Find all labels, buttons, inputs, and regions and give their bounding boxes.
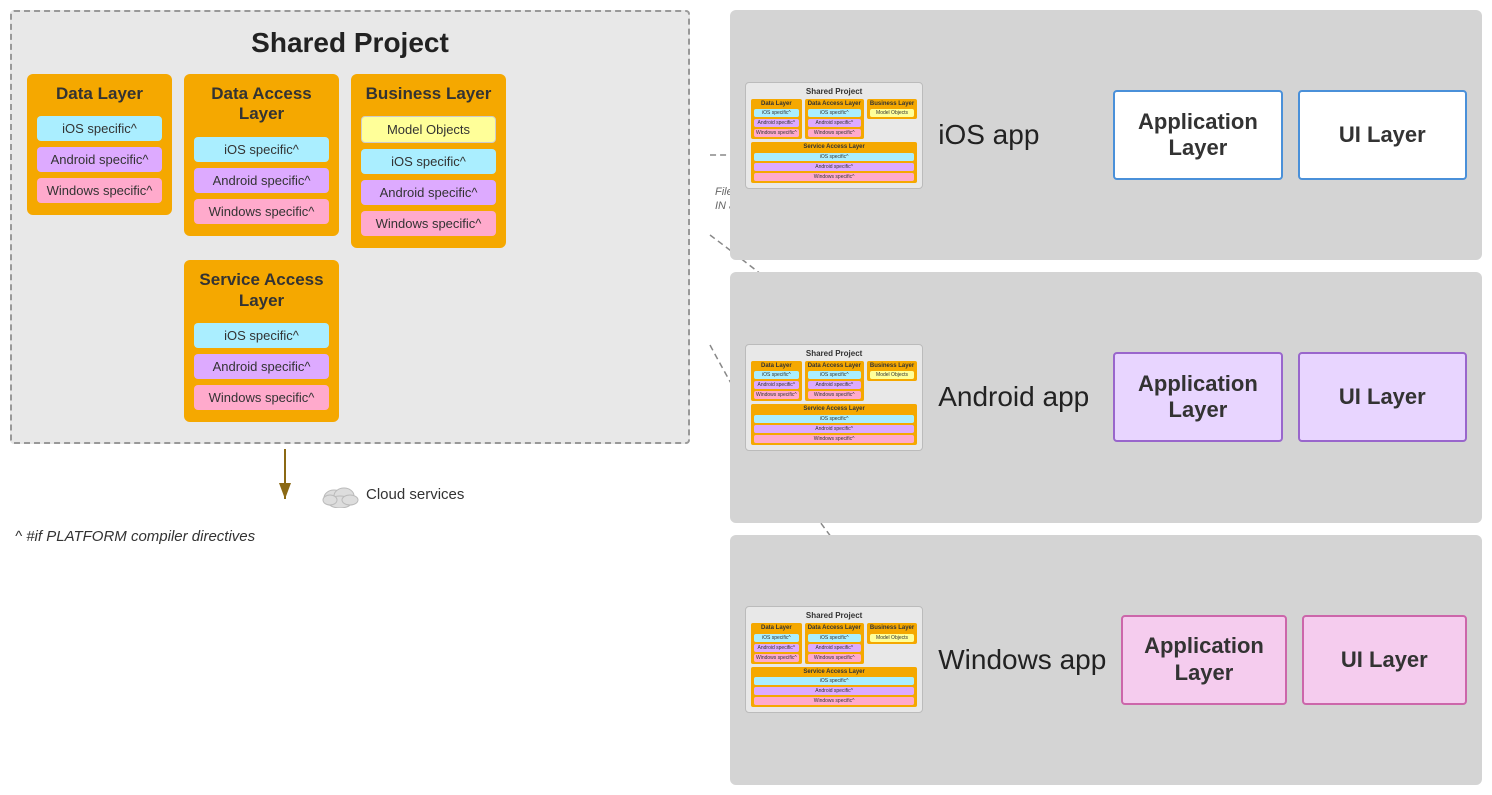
windows-mini-sal: Service Access Layer iOS specific^ Andro… (751, 667, 917, 708)
data-layer-box: Data Layer iOS specific^ Android specifi… (27, 74, 172, 215)
right-panel: Shared Project Data Layer iOS specific^ … (730, 10, 1482, 785)
business-layer-title: Business Layer (361, 84, 496, 104)
android-mini-shared: Shared Project Data Layer iOS specific^ … (745, 344, 923, 451)
android-app-title: Android app (938, 381, 1098, 413)
business-android: Android specific^ (361, 180, 496, 205)
windows-mini-layers: Data Layer iOS specific^ Android specifi… (751, 623, 917, 664)
service-access-layer-box: Service Access Layer iOS specific^ Andro… (184, 260, 339, 422)
android-mini-dal: Data Access Layer iOS specific^ Android … (805, 361, 864, 402)
windows-mini-title: Shared Project (751, 611, 917, 620)
ios-app-title: iOS app (938, 119, 1098, 151)
windows-mini-data: Data Layer iOS specific^ Android specifi… (751, 623, 802, 664)
data-layer-title: Data Layer (37, 84, 162, 104)
windows-right-content: Windows app Application Layer UI Layer (938, 615, 1467, 705)
android-mini-data: Data Layer iOS specific^ Android specifi… (751, 361, 802, 402)
cloud-icon (320, 480, 360, 508)
business-windows: Windows specific^ (361, 211, 496, 236)
ios-app-container: Shared Project Data Layer iOS specific^ … (730, 10, 1482, 260)
data-layer-ios: iOS specific^ (37, 116, 162, 141)
windows-app-container: Shared Project Data Layer iOS specific^ … (730, 535, 1482, 785)
windows-application-layer: Application Layer (1121, 615, 1286, 705)
windows-mini-dal: Data Access Layer iOS specific^ Android … (805, 623, 864, 664)
sal-title: Service Access Layer (194, 270, 329, 311)
business-model-objects: Model Objects (361, 116, 496, 143)
cloud-label-area: Cloud services (320, 480, 464, 508)
top-layers-row: Data Layer iOS specific^ Android specifi… (27, 74, 673, 248)
ios-mini-shared: Shared Project Data Layer iOS specific^ … (745, 82, 923, 189)
data-access-layer-box: Data Access Layer iOS specific^ Android … (184, 74, 339, 236)
cloud-label: Cloud services (366, 486, 464, 503)
business-ios: iOS specific^ (361, 149, 496, 174)
shared-project-box: Shared Project Data Layer iOS specific^ … (10, 10, 690, 444)
ios-mini-sal: Service Access Layer iOS specific^ Andro… (751, 142, 917, 183)
ios-mini-business: Business Layer Model Objects (867, 99, 917, 120)
left-panel: Shared Project Data Layer iOS specific^ … (10, 10, 690, 785)
sal-windows: Windows specific^ (194, 385, 329, 410)
android-ui-layer: UI Layer (1298, 352, 1467, 442)
cloud-area: Cloud services (260, 444, 690, 514)
android-mini-business: Business Layer Model Objects (867, 361, 917, 382)
android-right-content: Android app Application Layer UI Layer (938, 352, 1467, 442)
sal-android: Android specific^ (194, 354, 329, 379)
main-container: Shared Project Data Layer iOS specific^ … (0, 0, 1492, 795)
ios-right-content: iOS app Application Layer UI Layer (938, 90, 1467, 180)
data-access-layer-title: Data Access Layer (194, 84, 329, 125)
ios-application-layer: Application Layer (1113, 90, 1282, 180)
shared-project-title: Shared Project (27, 27, 673, 59)
sal-arrow-icon (260, 444, 310, 514)
dal-ios: iOS specific^ (194, 137, 329, 162)
android-application-layer: Application Layer (1113, 352, 1282, 442)
windows-mini-business: Business Layer Model Objects (867, 623, 917, 644)
footnote: ^ #if PLATFORM compiler directives (15, 528, 690, 545)
data-layer-android: Android specific^ (37, 147, 162, 172)
android-app-container: Shared Project Data Layer iOS specific^ … (730, 272, 1482, 522)
android-mini-sal: Service Access Layer iOS specific^ Andro… (751, 404, 917, 445)
android-mini-title: Shared Project (751, 349, 917, 358)
ios-ui-layer: UI Layer (1298, 90, 1467, 180)
data-layer-windows: Windows specific^ (37, 178, 162, 203)
sal-ios: iOS specific^ (194, 323, 329, 348)
ios-mini-layers: Data Layer iOS specific^ Android specifi… (751, 99, 917, 140)
ios-mini-data: Data Layer iOS specific^ Android specifi… (751, 99, 802, 140)
bottom-layers-row: Service Access Layer iOS specific^ Andro… (27, 260, 673, 422)
ios-mini-title: Shared Project (751, 87, 917, 96)
windows-ui-layer: UI Layer (1302, 615, 1467, 705)
dal-android: Android specific^ (194, 168, 329, 193)
android-mini-layers: Data Layer iOS specific^ Android specifi… (751, 361, 917, 402)
ios-mini-dal: Data Access Layer iOS specific^ Android … (805, 99, 864, 140)
business-layer-box: Business Layer Model Objects iOS specifi… (351, 74, 506, 248)
windows-mini-shared: Shared Project Data Layer iOS specific^ … (745, 606, 923, 713)
dal-windows: Windows specific^ (194, 199, 329, 224)
windows-app-title: Windows app (938, 644, 1106, 676)
